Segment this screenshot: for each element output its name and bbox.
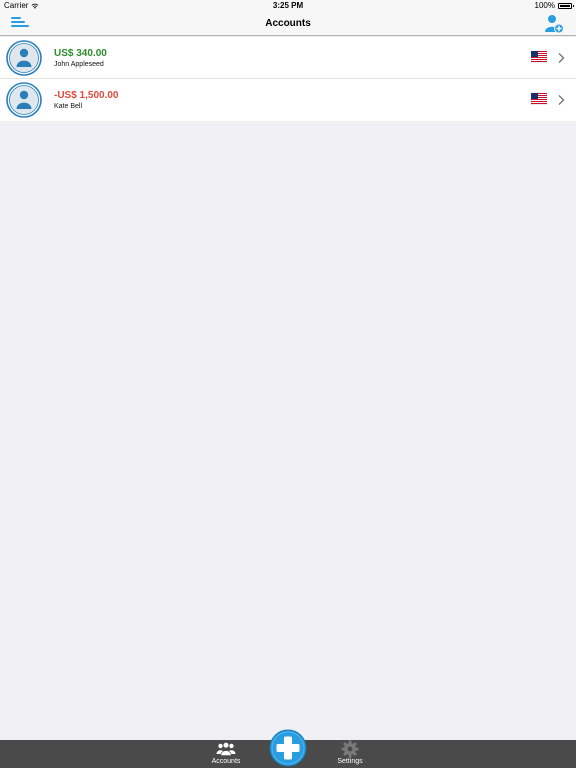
account-name: Kate Bell (54, 103, 83, 110)
avatar-icon (6, 40, 42, 76)
avatar-icon (6, 82, 42, 118)
chevron-right-icon (558, 95, 565, 105)
gear-icon (341, 740, 359, 758)
account-balance: US$ 340.00 (54, 48, 107, 59)
chevron-right-icon (558, 53, 565, 63)
people-icon (216, 742, 236, 756)
tab-accounts[interactable]: Accounts (196, 740, 256, 768)
status-bar: Carrier 3:25 PM 100% (0, 0, 576, 12)
account-list: US$ 340.00 John Appleseed -US$ 1,500.00 … (0, 37, 576, 121)
account-row[interactable]: -US$ 1,500.00 Kate Bell (0, 79, 576, 121)
tab-accounts-label: Accounts (211, 758, 241, 765)
us-flag-icon (531, 51, 547, 63)
tab-settings-label: Settings (337, 758, 363, 765)
page-title: Accounts (265, 18, 311, 29)
battery-percent: 100% (534, 1, 555, 10)
battery-icon (558, 3, 574, 9)
add-button[interactable] (269, 729, 307, 767)
us-flag-icon (531, 93, 547, 105)
account-row[interactable]: US$ 340.00 John Appleseed (0, 37, 576, 79)
status-right: 100% (534, 0, 574, 12)
plus-icon (269, 729, 307, 767)
account-balance: -US$ 1,500.00 (54, 90, 119, 101)
navigation-bar: Accounts (0, 12, 576, 36)
account-name: John Appleseed (54, 61, 104, 68)
status-time: 3:25 PM (272, 1, 304, 10)
add-user-button[interactable] (544, 14, 564, 34)
add-user-icon (545, 15, 564, 34)
tab-settings[interactable]: Settings (320, 740, 380, 768)
